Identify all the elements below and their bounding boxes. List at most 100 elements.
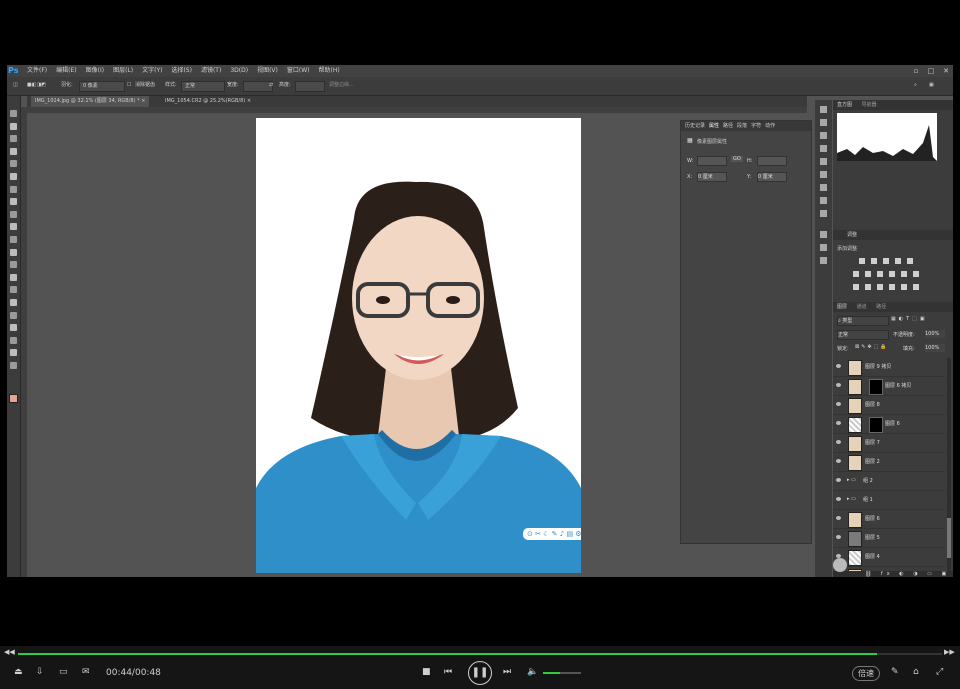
menu-item-1[interactable]: 编辑(E) [56, 65, 76, 77]
document-tab-1[interactable]: IMG_1054.CR2 @ 25.2%(RGB/8) × [161, 96, 255, 107]
type-tool-icon[interactable] [10, 299, 17, 306]
menu-item-6[interactable]: 滤镜(T) [201, 65, 221, 77]
marquee-tool-icon[interactable] [10, 122, 17, 130]
maximize-icon[interactable]: □ [928, 65, 935, 77]
next-button[interactable]: ⏭ [503, 667, 511, 677]
dodge-tool-icon[interactable] [10, 273, 17, 281]
lasso-tool-icon[interactable] [10, 135, 17, 143]
properties-tab-0[interactable]: 历史记录 [685, 123, 705, 129]
layer-row[interactable]: 图层 6 [833, 510, 945, 529]
layers-scrollbar[interactable] [947, 358, 951, 571]
properties-tab-5[interactable]: 动作 [765, 123, 775, 129]
crop-tool-icon[interactable] [10, 160, 17, 168]
panel-strip-icon[interactable] [820, 158, 827, 165]
tab-layers[interactable]: 图层 [837, 304, 847, 310]
layers-footer-icons[interactable]: ⛓ fx ◐ ◑ ▭ ▣ 🗑 [833, 571, 953, 577]
properties-tab-2[interactable]: 路径 [723, 123, 733, 129]
panel-strip-icon[interactable] [820, 244, 827, 251]
layer-row[interactable]: 图层 8 [833, 396, 945, 415]
properties-tab-3[interactable]: 段落 [737, 123, 747, 129]
menu-item-8[interactable]: 视图(V) [257, 65, 278, 77]
adjustment-icon[interactable] [865, 284, 871, 290]
fullscreen-icon[interactable]: ⤢ [936, 667, 943, 677]
antialias-checkbox[interactable]: ☐ [127, 81, 131, 90]
panel-strip-icon[interactable] [820, 119, 827, 126]
panel-strip-icon[interactable] [820, 184, 827, 191]
adjustment-icon[interactable] [871, 258, 877, 264]
adjustment-icon[interactable] [889, 284, 895, 290]
floating-toolbar[interactable]: ⊙ ✂ ☾ ✎ ♪ ▤ ⚙ [522, 527, 581, 541]
eye-icon[interactable] [836, 402, 841, 406]
blend-mode-select[interactable]: 正常 [837, 330, 889, 340]
link-button[interactable]: GO [731, 156, 743, 162]
share-icon[interactable]: ⌂ [913, 667, 919, 677]
volume-icon[interactable]: 🔈 [527, 667, 538, 677]
eye-icon[interactable] [836, 383, 841, 387]
document-tab-0[interactable]: IMG_1024.jpg @ 32.1% (图层 34, RGB/8) * × [31, 96, 150, 107]
layer-filter-select[interactable]: ⌕ 类型 [837, 316, 889, 326]
blur-tool-icon[interactable] [10, 261, 17, 269]
workspace-icon[interactable]: ▣ [929, 81, 934, 90]
y-input[interactable]: 0 厘米 [757, 172, 787, 182]
menu-item-2[interactable]: 图像(I) [86, 65, 104, 77]
adjustment-icon[interactable] [853, 284, 859, 290]
menu-item-7[interactable]: 3D(D) [230, 65, 248, 77]
adjustment-icon[interactable] [907, 258, 913, 264]
adjustment-icon[interactable] [895, 258, 901, 264]
fill-input[interactable]: 100% [925, 344, 945, 352]
eye-icon[interactable] [836, 421, 841, 425]
refine-edge-button[interactable]: 调整边缘... [329, 81, 354, 90]
panel-strip-icon[interactable] [820, 231, 827, 238]
comment-icon[interactable]: ✉ [82, 667, 90, 677]
tab-navigator[interactable]: 导航器 [862, 102, 877, 108]
history-brush-tool-icon[interactable] [10, 223, 17, 231]
style-select[interactable]: 正常 [181, 81, 225, 92]
eye-icon[interactable] [836, 497, 841, 501]
menu-item-4[interactable]: 文字(Y) [142, 65, 162, 77]
eye-icon[interactable] [836, 516, 841, 520]
eraser-tool-icon[interactable] [10, 236, 17, 243]
layer-row[interactable]: ▸ ▭ 组 2 [833, 472, 945, 491]
adjustment-icon[interactable] [901, 271, 907, 277]
adjustment-icon[interactable] [913, 284, 919, 290]
properties-tab-1[interactable]: 属性 [709, 123, 719, 129]
adjustment-icon[interactable] [913, 271, 919, 277]
eyedropper-tool-icon[interactable] [10, 173, 17, 180]
adjustment-icon[interactable] [877, 284, 883, 290]
layer-row[interactable]: 图层 6 [833, 415, 945, 434]
panel-strip-icon[interactable] [820, 106, 827, 113]
pen-icon[interactable]: ✎ [891, 667, 899, 677]
properties-tab-4[interactable]: 字符 [751, 123, 761, 129]
layer-row[interactable]: 图层 2 [833, 453, 945, 472]
pen-tool-icon[interactable] [10, 286, 17, 294]
menu-item-0[interactable]: 文件(F) [27, 65, 47, 77]
previous-button[interactable]: ⏮ [444, 667, 452, 677]
eye-icon[interactable] [836, 364, 841, 368]
tab-histogram[interactable]: 直方图 [837, 102, 852, 108]
close-icon[interactable]: ✕ [943, 65, 949, 77]
menu-item-3[interactable]: 图层(L) [113, 65, 133, 77]
swap-icon[interactable]: ⇄ [269, 81, 273, 90]
menu-item-5[interactable]: 选择(S) [171, 65, 192, 77]
selection-mode-icons[interactable]: ■◧◨◩ [27, 81, 46, 90]
eye-icon[interactable] [836, 440, 841, 444]
zoom-tool-icon[interactable] [10, 349, 17, 357]
opacity-input[interactable]: 100% [925, 330, 945, 338]
hand-tool-icon[interactable] [10, 336, 17, 344]
panel-strip-icon[interactable] [820, 257, 827, 264]
eject-icon[interactable]: ⏏ [14, 667, 23, 677]
layer-row[interactable]: 图层 7 [833, 434, 945, 453]
gradient-tool-icon[interactable] [10, 248, 17, 256]
prev-arrows-icon[interactable]: ◀◀ [4, 648, 15, 656]
search-icon[interactable]: ⌕ [914, 81, 917, 90]
speed-button[interactable]: 倍速 [852, 666, 880, 681]
eye-icon[interactable] [836, 478, 841, 482]
document-photo[interactable]: ⊙ ✂ ☾ ✎ ♪ ▤ ⚙ [256, 118, 581, 573]
panel-strip-icon[interactable] [820, 132, 827, 139]
shape-tool-icon[interactable] [10, 324, 17, 332]
download-icon[interactable]: ⇩ [36, 667, 44, 677]
adjustment-icon[interactable] [883, 258, 889, 264]
foreground-color-swatch[interactable] [9, 394, 18, 403]
screen-icon[interactable]: ▭ [59, 667, 68, 677]
move-tool-icon[interactable] [10, 110, 17, 117]
